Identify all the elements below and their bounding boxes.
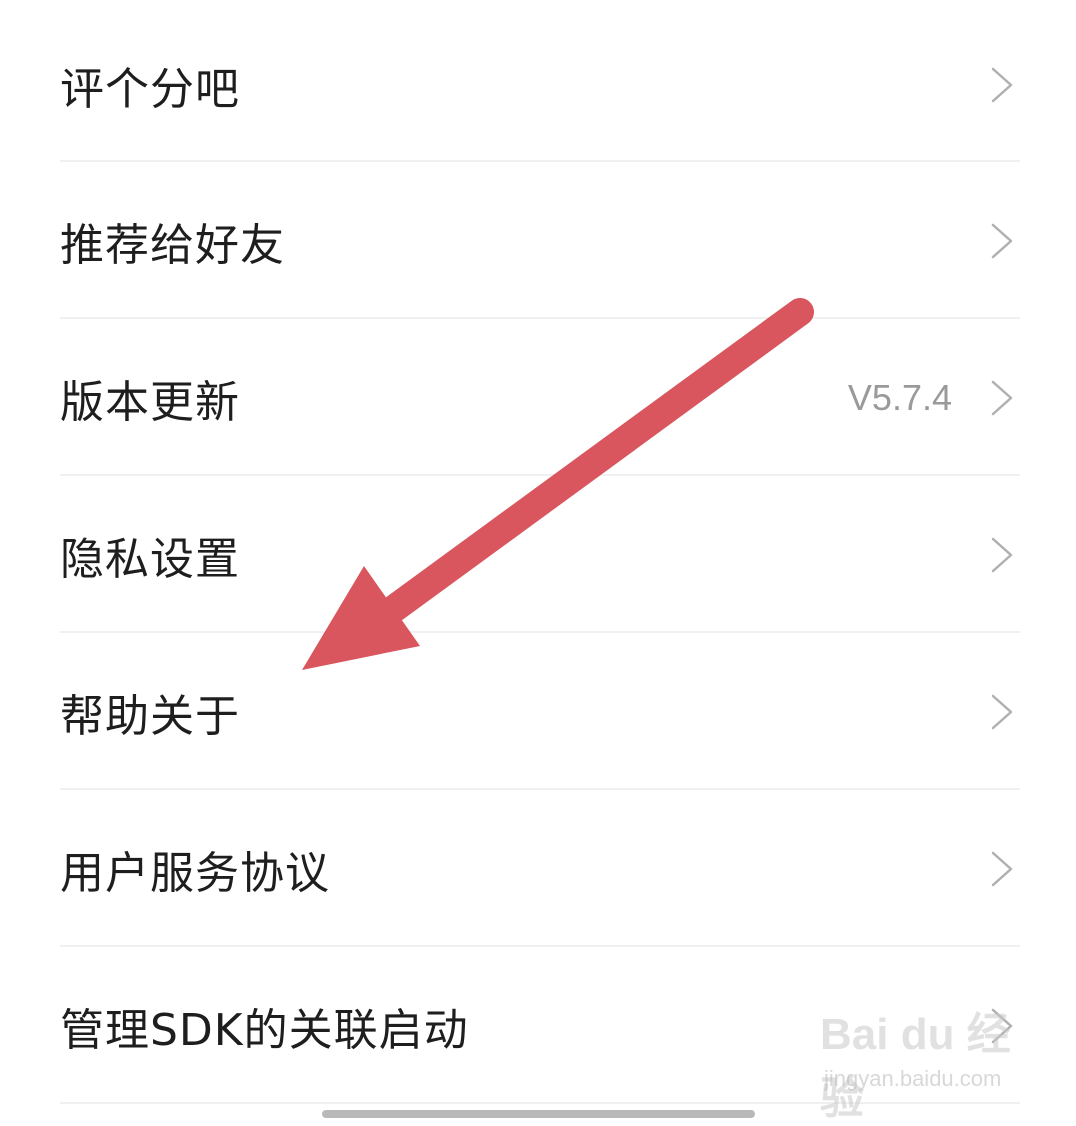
chevron-right-icon bbox=[990, 380, 1014, 416]
chevron-right-icon bbox=[990, 67, 1014, 103]
settings-item-label: 管理SDK的关联启动 bbox=[60, 1004, 469, 1056]
settings-item-label: 隐私设置 bbox=[60, 533, 240, 585]
settings-item-help-about[interactable]: 帮助关于 bbox=[60, 633, 1020, 790]
chevron-right-icon bbox=[990, 694, 1014, 730]
settings-item-version-update[interactable]: 版本更新 V5.7.4 bbox=[60, 319, 1020, 476]
chevron-right-icon bbox=[990, 1008, 1014, 1044]
settings-item-recommend[interactable]: 推荐给好友 bbox=[60, 162, 1020, 319]
chevron-right-icon bbox=[990, 851, 1014, 887]
settings-item-sdk-launch[interactable]: 管理SDK的关联启动 bbox=[60, 947, 1020, 1104]
chevron-right-icon bbox=[990, 223, 1014, 259]
settings-item-label: 帮助关于 bbox=[60, 690, 240, 742]
settings-item-label: 评个分吧 bbox=[60, 63, 240, 115]
home-indicator[interactable] bbox=[322, 1110, 755, 1118]
divider bbox=[60, 1102, 1020, 1104]
settings-item-label: 推荐给好友 bbox=[60, 219, 285, 271]
settings-item-privacy[interactable]: 隐私设置 bbox=[60, 476, 1020, 633]
settings-item-user-agreement[interactable]: 用户服务协议 bbox=[60, 790, 1020, 947]
chevron-right-icon bbox=[990, 537, 1014, 573]
settings-item-rate[interactable]: 评个分吧 bbox=[60, 6, 1020, 163]
settings-item-label: 版本更新 bbox=[60, 376, 240, 428]
settings-item-label: 用户服务协议 bbox=[60, 847, 330, 899]
version-value: V5.7.4 bbox=[847, 376, 952, 418]
